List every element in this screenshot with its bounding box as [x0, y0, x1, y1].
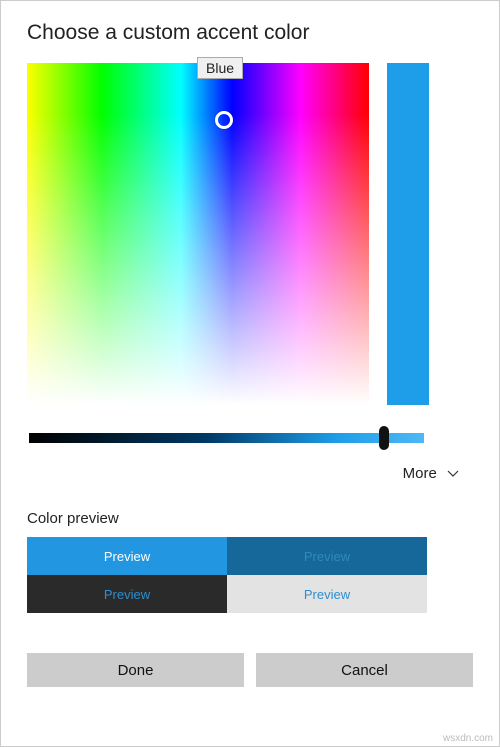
cancel-button[interactable]: Cancel: [256, 653, 473, 687]
chevron-down-icon: [447, 465, 459, 482]
picker-row: Blue: [27, 63, 473, 405]
preview-tile-light-accent: Preview: [27, 537, 227, 575]
color-preview-grid: Preview Preview Preview Preview: [27, 537, 427, 613]
spectrum-picker[interactable]: Blue: [27, 63, 369, 405]
slider-thumb[interactable]: [379, 426, 389, 450]
dialog-buttons: Done Cancel: [27, 653, 473, 687]
color-preview-label: Color preview: [27, 510, 473, 527]
preview-tile-light-bg: Preview: [227, 575, 427, 613]
spectrum-cursor[interactable]: [215, 111, 233, 129]
value-slider[interactable]: [29, 433, 424, 443]
preview-tile-dark-accent: Preview: [227, 537, 427, 575]
preview-tile-dark-bg: Preview: [27, 575, 227, 613]
spectrum-gradient[interactable]: [27, 63, 369, 405]
color-preview-strip: [387, 63, 429, 405]
more-toggle[interactable]: More: [27, 465, 473, 482]
watermark: wsxdn.com: [443, 733, 493, 744]
done-button[interactable]: Done: [27, 653, 244, 687]
dialog-title: Choose a custom accent color: [27, 21, 473, 45]
more-label: More: [403, 465, 437, 482]
color-tooltip: Blue: [197, 57, 243, 79]
